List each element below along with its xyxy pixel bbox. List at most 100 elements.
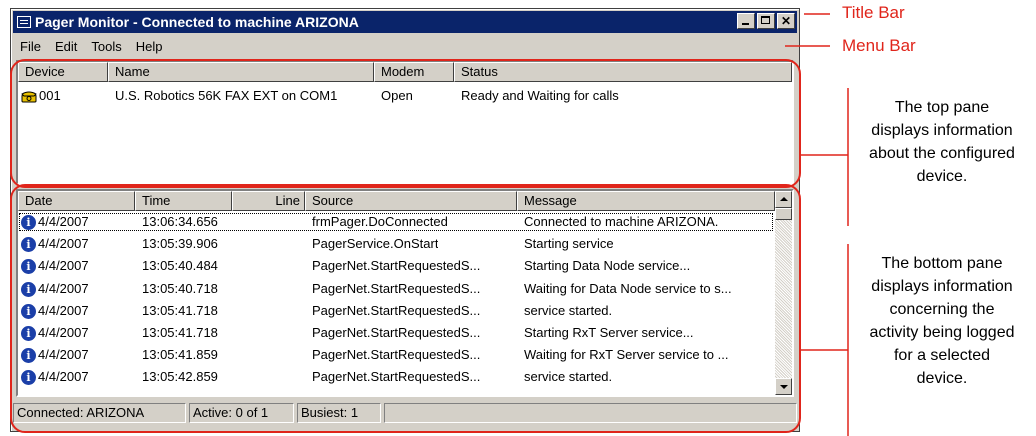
info-icon: i xyxy=(21,215,36,231)
column-header-name[interactable]: Name xyxy=(108,62,374,82)
status-busiest: Busiest: 1 xyxy=(297,403,381,423)
status-spare xyxy=(384,403,797,423)
log-time: 13:06:34.656 xyxy=(142,214,218,229)
log-source: PagerNet.StartRequestedS... xyxy=(312,258,481,274)
menu-help[interactable]: Help xyxy=(129,39,170,54)
menu-file[interactable]: File xyxy=(13,39,48,54)
column-header-date[interactable]: Date xyxy=(18,191,135,211)
log-row[interactable]: i 4/4/2007 13:05:41.859 PagerNet.StartReque… xyxy=(18,345,774,365)
log-time: 13:05:41.718 xyxy=(142,302,218,318)
column-header-device[interactable]: Device xyxy=(18,62,108,82)
info-icon: i xyxy=(21,370,36,386)
menu-bar: File Edit Tools Help xyxy=(13,36,169,56)
title-bar[interactable]: Pager Monitor - Connected to machine ARI… xyxy=(13,11,797,33)
window-title: Pager Monitor - Connected to machine ARI… xyxy=(35,14,359,30)
log-message: Starting Data Node service... xyxy=(524,258,691,274)
log-row[interactable]: i 4/4/2007 13:05:40.484 PagerNet.StartReque… xyxy=(18,256,774,276)
log-date-cell: i 4/4/2007 xyxy=(21,234,89,254)
status-bar: Connected: ARIZONA Active: 0 of 1 Busies… xyxy=(13,403,797,427)
annotation-top-line: device. xyxy=(916,168,968,185)
minimize-button[interactable] xyxy=(737,13,755,29)
log-time: 13:05:42.859 xyxy=(142,369,218,385)
log-row[interactable]: i 4/4/2007 13:06:34.656 frmPager.DoConnecte… xyxy=(18,212,774,232)
status-active: Active: 0 of 1 xyxy=(189,403,294,423)
close-button[interactable]: ✕ xyxy=(777,13,795,29)
log-message: Starting service xyxy=(524,236,614,252)
annotation-bottom-line: activity being logged xyxy=(869,324,1015,341)
log-message: Waiting for Data Node service to s... xyxy=(524,280,732,296)
log-time: 13:05:39.906 xyxy=(142,236,218,252)
log-row[interactable]: i 4/4/2007 13:05:40.718 PagerNet.StartReque… xyxy=(18,279,774,299)
maximize-icon xyxy=(761,16,770,24)
log-date: 4/4/2007 xyxy=(38,302,89,318)
log-date: 4/4/2007 xyxy=(38,325,89,340)
log-date: 4/4/2007 xyxy=(38,369,89,385)
info-icon: i xyxy=(21,348,36,364)
log-time: 13:05:40.484 xyxy=(142,258,218,274)
column-header-time[interactable]: Time xyxy=(135,191,232,211)
menu-edit[interactable]: Edit xyxy=(48,39,84,54)
device-modem: Open xyxy=(381,88,413,103)
log-date-cell: i 4/4/2007 xyxy=(21,212,89,232)
log-date: 4/4/2007 xyxy=(38,280,89,296)
log-date: 4/4/2007 xyxy=(38,214,89,229)
annotation-bottom-line: displays information xyxy=(871,278,1013,295)
pager-app-icon xyxy=(17,16,31,28)
log-date-cell: i 4/4/2007 xyxy=(21,256,89,276)
device-status: Ready and Waiting for calls xyxy=(461,88,619,103)
column-header-source[interactable]: Source xyxy=(305,191,517,211)
column-header-status[interactable]: Status xyxy=(454,62,792,82)
log-time: 13:05:41.718 xyxy=(142,325,218,340)
log-source: PagerNet.StartRequestedS... xyxy=(312,280,481,296)
annotation-title-bar: Title Bar xyxy=(842,3,905,22)
minimize-icon xyxy=(742,23,749,25)
menu-tools[interactable]: Tools xyxy=(84,39,128,54)
log-row[interactable]: i 4/4/2007 13:05:39.906 PagerService.OnStar… xyxy=(18,234,774,254)
log-time: 13:05:40.718 xyxy=(142,280,218,296)
log-row[interactable]: i 4/4/2007 13:05:41.718 PagerNet.StartReque… xyxy=(18,323,774,343)
log-date-cell: i 4/4/2007 xyxy=(21,367,89,387)
scroll-up-button[interactable] xyxy=(775,191,792,208)
log-source: PagerNet.StartRequestedS... xyxy=(312,347,481,363)
log-scrollbar[interactable] xyxy=(775,191,792,395)
log-row[interactable]: i 4/4/2007 13:05:42.859 PagerNet.StartReque… xyxy=(18,367,774,387)
annotation-bottom-line: The bottom pane xyxy=(881,255,1003,272)
device-cell: 001 xyxy=(21,86,61,106)
annotation-top-pane: The top pane displays information about … xyxy=(852,96,1032,188)
log-date-cell: i 4/4/2007 xyxy=(21,279,89,299)
activity-log[interactable]: Date Time Line Source Message i 4/4/2007 1… xyxy=(16,189,794,397)
info-icon: i xyxy=(21,237,36,253)
log-date-cell: i 4/4/2007 xyxy=(21,345,89,365)
pager-monitor-window: Pager Monitor - Connected to machine ARI… xyxy=(10,8,800,432)
device-id: 001 xyxy=(39,88,61,103)
close-icon: ✕ xyxy=(780,14,792,28)
log-message: Waiting for RxT Server service to ... xyxy=(524,347,729,363)
log-date: 4/4/2007 xyxy=(38,258,89,274)
info-icon: i xyxy=(21,281,36,297)
device-list[interactable]: Device Name Modem Status 001 U.S. Roboti… xyxy=(16,60,794,185)
log-source: PagerNet.StartRequestedS... xyxy=(312,369,481,385)
log-message: service started. xyxy=(524,369,613,385)
log-time: 13:05:41.859 xyxy=(142,347,218,363)
info-icon: i xyxy=(21,303,36,319)
annotation-bottom-line: device. xyxy=(916,370,968,387)
device-name: U.S. Robotics 56K FAX EXT on COM1 xyxy=(115,88,338,103)
log-message: Starting RxT Server service... xyxy=(524,325,694,340)
scroll-down-button[interactable] xyxy=(775,378,792,395)
maximize-button[interactable] xyxy=(757,13,775,29)
column-header-modem[interactable]: Modem xyxy=(374,62,454,82)
column-header-line[interactable]: Line xyxy=(232,191,305,211)
annotation-top-line: about the configured xyxy=(869,145,1015,162)
scroll-thumb[interactable] xyxy=(775,208,792,220)
column-header-message[interactable]: Message xyxy=(517,191,775,211)
device-row[interactable]: 001 U.S. Robotics 56K FAX EXT on COM1 Op… xyxy=(18,86,792,106)
info-icon: i xyxy=(21,326,36,342)
log-source: PagerNet.StartRequestedS... xyxy=(312,302,481,318)
log-date: 4/4/2007 xyxy=(38,236,89,252)
annotation-top-line: displays information xyxy=(871,122,1013,139)
annotation-top-line: The top pane xyxy=(894,99,990,116)
annotation-menu-bar: Menu Bar xyxy=(842,36,916,55)
info-icon: i xyxy=(21,259,36,275)
log-source: PagerService.OnStart xyxy=(312,236,439,252)
log-row[interactable]: i 4/4/2007 13:05:41.718 PagerNet.StartReque… xyxy=(18,301,774,321)
